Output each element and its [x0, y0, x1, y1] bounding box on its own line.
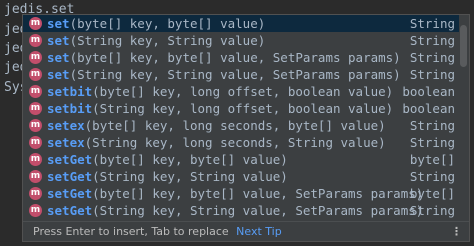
method-icon: m: [29, 17, 42, 30]
method-signature: set(String key, String value, SetParams …: [47, 66, 401, 83]
method-signature: setbit(String key, long offset, boolean …: [47, 100, 393, 117]
method-name: setex: [47, 135, 85, 150]
method-name: setGet: [47, 152, 93, 167]
method-icon: m: [29, 136, 42, 149]
method-name: setGet: [47, 186, 93, 201]
method-icon: m: [29, 34, 42, 47]
method-name: setGet: [47, 169, 93, 184]
method-params: (byte[] key, long seconds, byte[] value): [84, 118, 386, 133]
return-type: byte[]: [409, 186, 455, 201]
method-signature: setGet(byte[] key, byte[] value): [47, 151, 288, 168]
method-params: (String key, String value): [92, 169, 288, 184]
method-icon: m: [29, 153, 42, 166]
more-options-icon[interactable]: ⋮: [451, 222, 463, 241]
method-icon: m: [29, 102, 42, 115]
method-icon: m: [29, 204, 42, 217]
footer-hint: Press Enter to insert, Tab to replace: [33, 225, 229, 238]
method-icon: m: [29, 85, 42, 98]
return-type: String: [409, 67, 455, 82]
return-type: String: [409, 50, 455, 65]
method-params: (String key, String value, SetParams par…: [92, 203, 424, 218]
method-params: (String key, String value): [69, 33, 266, 48]
method-params: (byte[] key, byte[] value): [69, 16, 266, 31]
completion-item[interactable]: m setex(byte[] key, long seconds, byte[] …: [23, 117, 459, 134]
return-type: boolean: [402, 101, 455, 116]
completion-item[interactable]: m setGet(String key, String value) String: [23, 168, 459, 185]
method-name: set: [47, 50, 70, 65]
method-params: (String key, String value, SetParams par…: [69, 67, 401, 82]
method-name: setbit: [47, 84, 93, 99]
method-params: (String key, long offset, boolean value): [92, 101, 394, 116]
next-tip-link[interactable]: Next Tip: [236, 225, 282, 238]
completion-item[interactable]: m setbit(String key, long offset, boolean…: [23, 100, 459, 117]
return-type: String: [409, 16, 455, 31]
method-signature: setex(String key, long seconds, String v…: [47, 134, 386, 151]
completion-item[interactable]: m set(byte[] key, byte[] value) String: [23, 15, 459, 32]
method-name: setbit: [47, 101, 93, 116]
completion-scrollbar[interactable]: [460, 19, 467, 219]
completion-footer: Press Enter to insert, Tab to replace Ne…: [23, 221, 469, 241]
return-type: String: [409, 118, 455, 133]
method-signature: set(String key, String value): [47, 32, 265, 49]
return-type: boolean: [402, 84, 455, 99]
method-name: set: [47, 33, 70, 48]
method-signature: set(byte[] key, byte[] value): [47, 15, 265, 32]
method-signature: set(byte[] key, byte[] value, SetParams …: [47, 49, 401, 66]
scrollbar-thumb[interactable]: [460, 25, 467, 67]
return-type: String: [409, 169, 455, 184]
method-params: (byte[] key, byte[] value, SetParams par…: [69, 50, 401, 65]
completion-item[interactable]: m setGet(byte[] key, byte[] value, SetPar…: [23, 185, 459, 202]
method-params: (String key, long seconds, String value): [84, 135, 386, 150]
return-type: String: [409, 203, 455, 218]
method-params: (byte[] key, byte[] value): [92, 152, 288, 167]
completion-item[interactable]: m setbit(byte[] key, long offset, boolean…: [23, 83, 459, 100]
method-signature: setGet(String key, String value): [47, 168, 288, 185]
method-icon: m: [29, 51, 42, 64]
completion-item[interactable]: m set(String key, String value) String: [23, 32, 459, 49]
completion-item[interactable]: m set(byte[] key, byte[] value, SetParams…: [23, 49, 459, 66]
completion-item[interactable]: m setGet(String key, String value, SetPar…: [23, 202, 459, 219]
completion-item[interactable]: m set(String key, String value, SetParams…: [23, 66, 459, 83]
method-name: setex: [47, 118, 85, 133]
method-params: (byte[] key, byte[] value, SetParams par…: [92, 186, 424, 201]
return-type: String: [409, 135, 455, 150]
method-name: set: [47, 67, 70, 82]
method-signature: setGet(byte[] key, byte[] value, SetPara…: [47, 185, 423, 202]
return-type: String: [409, 33, 455, 48]
completion-list: m set(byte[] key, byte[] value) String m set…: [23, 15, 459, 220]
method-name: set: [47, 16, 70, 31]
method-icon: m: [29, 119, 42, 132]
method-icon: m: [29, 170, 42, 183]
method-params: (byte[] key, long offset, boolean value): [92, 84, 394, 99]
method-icon: m: [29, 187, 42, 200]
method-name: setGet: [47, 203, 93, 218]
completion-item[interactable]: m setGet(byte[] key, byte[] value) byte[]: [23, 151, 459, 168]
return-type: byte[]: [409, 152, 455, 167]
method-signature: setbit(byte[] key, long offset, boolean …: [47, 83, 393, 100]
method-signature: setGet(String key, String value, SetPara…: [47, 202, 423, 219]
completion-item[interactable]: m setex(String key, long seconds, String …: [23, 134, 459, 151]
completion-popup: m set(byte[] key, byte[] value) String m set…: [22, 14, 470, 242]
method-icon: m: [29, 68, 42, 81]
method-signature: setex(byte[] key, long seconds, byte[] v…: [47, 117, 386, 134]
